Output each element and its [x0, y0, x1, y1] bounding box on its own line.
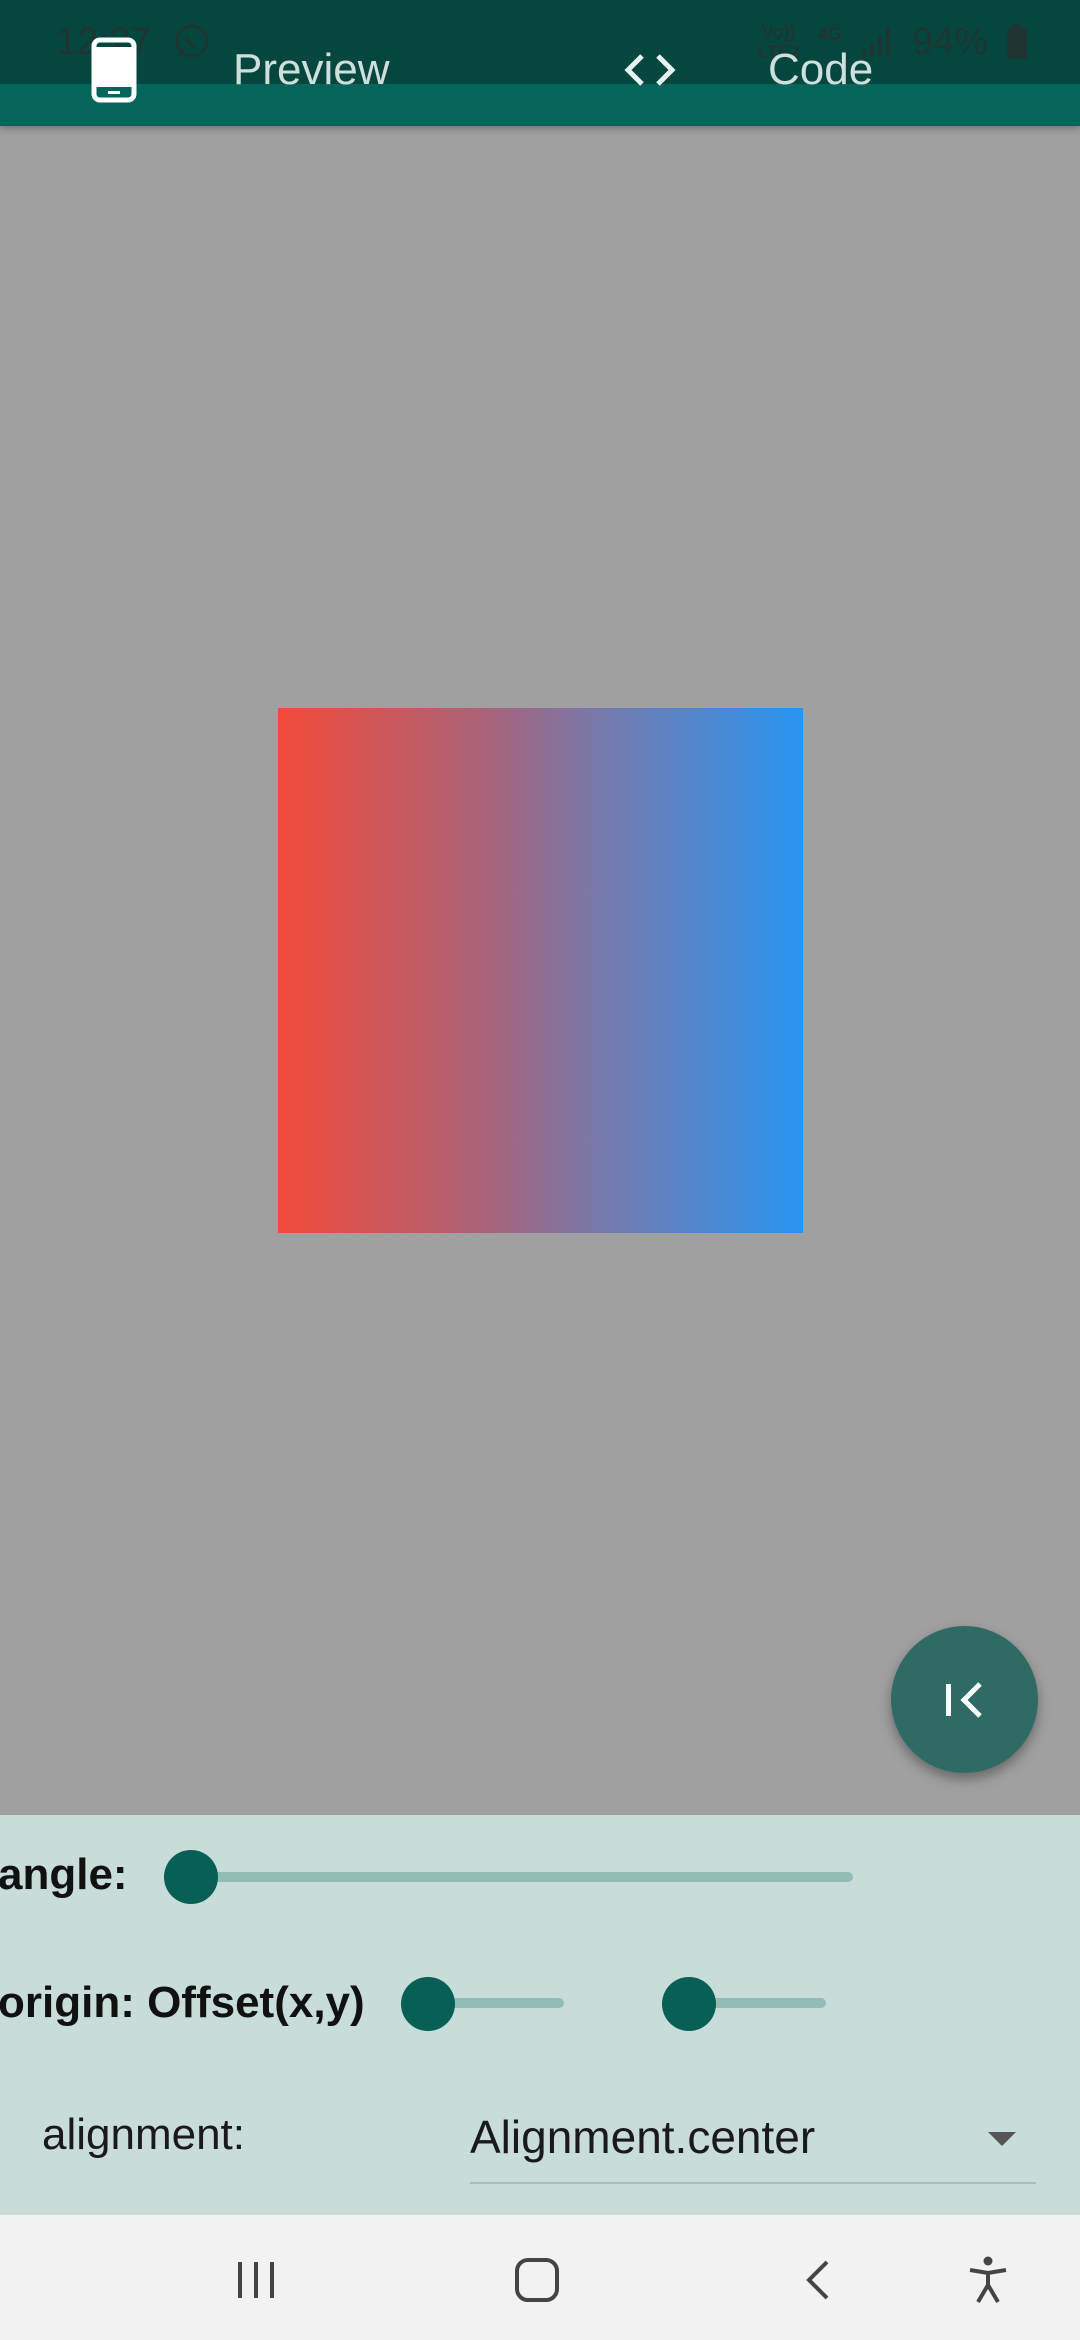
collapse-left-icon: [940, 1678, 990, 1722]
app-bar: 12:27 Vo)) LTE2 4G 94% Preview Code: [0, 0, 1080, 126]
angle-label: angle:: [0, 1850, 128, 1899]
phone-icon: [90, 37, 138, 103]
navigation-bar: [0, 2215, 1080, 2340]
accessibility-button[interactable]: [953, 2245, 1023, 2315]
tab-code-label: Code: [768, 45, 874, 94]
tab-bar: Preview Code: [0, 0, 1080, 126]
recents-button[interactable]: [221, 2245, 291, 2315]
alignment-dropdown[interactable]: Alignment.center: [470, 2100, 1036, 2184]
accessibility-icon: [966, 2255, 1010, 2305]
tab-code[interactable]: Code: [620, 0, 873, 140]
tab-preview-label: Preview: [233, 45, 390, 94]
origin-label: origin: Offset(x,y): [0, 1978, 365, 2027]
gradient-preview: [278, 708, 803, 1233]
home-button[interactable]: [502, 2245, 572, 2315]
origin-x-slider-thumb[interactable]: [401, 1977, 455, 2031]
code-icon: [620, 50, 680, 90]
back-icon: [803, 2258, 833, 2302]
origin-y-slider-thumb[interactable]: [662, 1977, 716, 2031]
dropdown-arrow-icon: [988, 2132, 1016, 2146]
home-icon: [514, 2257, 560, 2303]
alignment-value: Alignment.center: [470, 2111, 816, 2163]
back-button[interactable]: [783, 2245, 853, 2315]
angle-slider-track[interactable]: [190, 1872, 853, 1882]
tab-preview[interactable]: Preview: [90, 0, 390, 140]
collapse-button[interactable]: [891, 1626, 1038, 1773]
alignment-label: alignment:: [42, 2110, 246, 2159]
recents-icon: [234, 2260, 278, 2300]
angle-slider-thumb[interactable]: [164, 1850, 218, 1904]
